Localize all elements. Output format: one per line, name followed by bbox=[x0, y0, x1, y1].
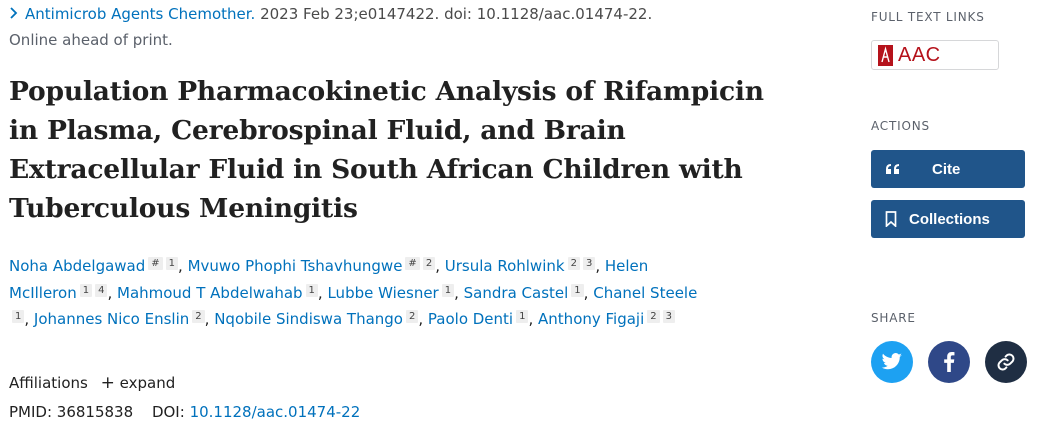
cite-button[interactable]: Cite bbox=[871, 150, 1025, 188]
affiliation-marker[interactable]: 1 bbox=[516, 310, 529, 323]
expand-label: expand bbox=[119, 374, 176, 392]
authors-list: Noha Abdelgawad #1, Mvuwo Phophi Tshavhun… bbox=[9, 257, 698, 328]
author-link[interactable]: Mvuwo Phophi Tshavhungwe bbox=[188, 257, 403, 275]
journal-link[interactable]: Antimicrob Agents Chemother. bbox=[25, 5, 255, 23]
cite-label: Cite bbox=[932, 160, 961, 178]
affiliations-label: Affiliations bbox=[9, 374, 88, 392]
author-item: Nqobile Sindiswa Thango 2 bbox=[214, 310, 419, 328]
aac-full-text-link[interactable]: AAC bbox=[871, 40, 999, 70]
affiliations-toggle[interactable]: Affiliations + expand bbox=[9, 373, 175, 393]
doi-link[interactable]: 10.1128/aac.01474-22 bbox=[190, 403, 361, 421]
author-link[interactable]: Mahmoud T Abdelwahab bbox=[117, 284, 303, 302]
twitter-icon[interactable] bbox=[871, 341, 913, 383]
affiliation-marker[interactable]: 2 bbox=[192, 310, 205, 323]
full-text-links-heading: FULL TEXT LINKS bbox=[871, 10, 985, 24]
affiliation-marker[interactable]: 3 bbox=[582, 257, 596, 270]
actions-heading: ACTIONS bbox=[871, 119, 930, 133]
affiliation-marker[interactable]: 2 bbox=[422, 257, 436, 270]
affiliation-marker[interactable]: 4 bbox=[95, 283, 108, 297]
affiliation-marker[interactable]: 1 bbox=[571, 283, 584, 297]
author-link[interactable]: Sandra Castel bbox=[464, 284, 569, 302]
author-item: Anthony Figaji 2 3 bbox=[538, 310, 676, 328]
link-icon[interactable] bbox=[985, 341, 1027, 383]
affiliation-marker[interactable]: 2 bbox=[567, 257, 580, 270]
author-item: Sandra Castel 1 bbox=[464, 283, 584, 302]
share-buttons bbox=[871, 341, 1027, 383]
citation-details: 2023 Feb 23;e0147422. doi: 10.1128/aac.0… bbox=[260, 5, 653, 23]
author-item: Noha Abdelgawad #1 bbox=[9, 257, 179, 275]
author-item: Lubbe Wiesner 1 bbox=[327, 283, 455, 302]
facebook-icon[interactable] bbox=[928, 341, 970, 383]
affiliation-marker[interactable]: # bbox=[148, 257, 163, 270]
quote-icon bbox=[885, 150, 901, 188]
share-heading: SHARE bbox=[871, 311, 916, 325]
author-link[interactable]: Paolo Denti bbox=[428, 310, 513, 328]
author-link[interactable]: Ursula Rohlwink bbox=[445, 257, 565, 275]
author-item: Paolo Denti 1 bbox=[428, 310, 529, 328]
doi-label: DOI: bbox=[151, 403, 185, 421]
citation-line: Antimicrob Agents Chemother. 2023 Feb 23… bbox=[9, 5, 652, 23]
author-item: Ursula Rohlwink 2 3 bbox=[445, 257, 596, 275]
chevron-right-icon[interactable] bbox=[9, 5, 25, 23]
aac-logo-text: AAC bbox=[898, 43, 941, 66]
affiliation-marker[interactable]: 1 bbox=[305, 283, 318, 297]
article-title: Population Pharmacokinetic Analysis of R… bbox=[9, 76, 764, 224]
affiliation-marker[interactable]: 1 bbox=[165, 257, 179, 270]
author-item: Mvuwo Phophi Tshavhungwe #2 bbox=[188, 257, 436, 275]
pmid-value: 36815838 bbox=[56, 403, 134, 421]
author-link[interactable]: Chanel Steele bbox=[593, 284, 697, 302]
collections-label: Collections bbox=[909, 210, 990, 228]
plus-icon: + bbox=[100, 373, 115, 393]
affiliation-marker[interactable]: 1 bbox=[12, 310, 25, 323]
affiliation-marker[interactable]: 3 bbox=[662, 310, 676, 323]
affiliation-marker[interactable]: 2 bbox=[647, 310, 660, 323]
affiliation-marker[interactable]: # bbox=[405, 257, 420, 270]
bookmark-icon bbox=[885, 200, 897, 238]
author-link[interactable]: Nqobile Sindiswa Thango bbox=[214, 310, 403, 328]
collections-button[interactable]: Collections bbox=[871, 200, 1025, 238]
author-link[interactable]: Noha Abdelgawad bbox=[9, 257, 145, 275]
author-link[interactable]: Johannes Nico Enslin bbox=[34, 310, 189, 328]
aac-logo-icon bbox=[878, 44, 893, 66]
author-link[interactable]: Anthony Figaji bbox=[538, 310, 644, 328]
publication-status: Online ahead of print. bbox=[9, 31, 173, 49]
affiliation-marker[interactable]: 1 bbox=[79, 283, 93, 297]
author-link[interactable]: Lubbe Wiesner bbox=[327, 284, 438, 302]
affiliation-marker[interactable]: 2 bbox=[405, 310, 419, 323]
author-item: Johannes Nico Enslin 2 bbox=[34, 310, 205, 328]
pmid-label: PMID: bbox=[9, 403, 53, 421]
affiliation-marker[interactable]: 1 bbox=[441, 283, 455, 297]
author-item: Mahmoud T Abdelwahab 1 bbox=[117, 283, 318, 302]
identifiers: PMID: 36815838 DOI: 10.1128/aac.01474-22 bbox=[9, 403, 360, 421]
